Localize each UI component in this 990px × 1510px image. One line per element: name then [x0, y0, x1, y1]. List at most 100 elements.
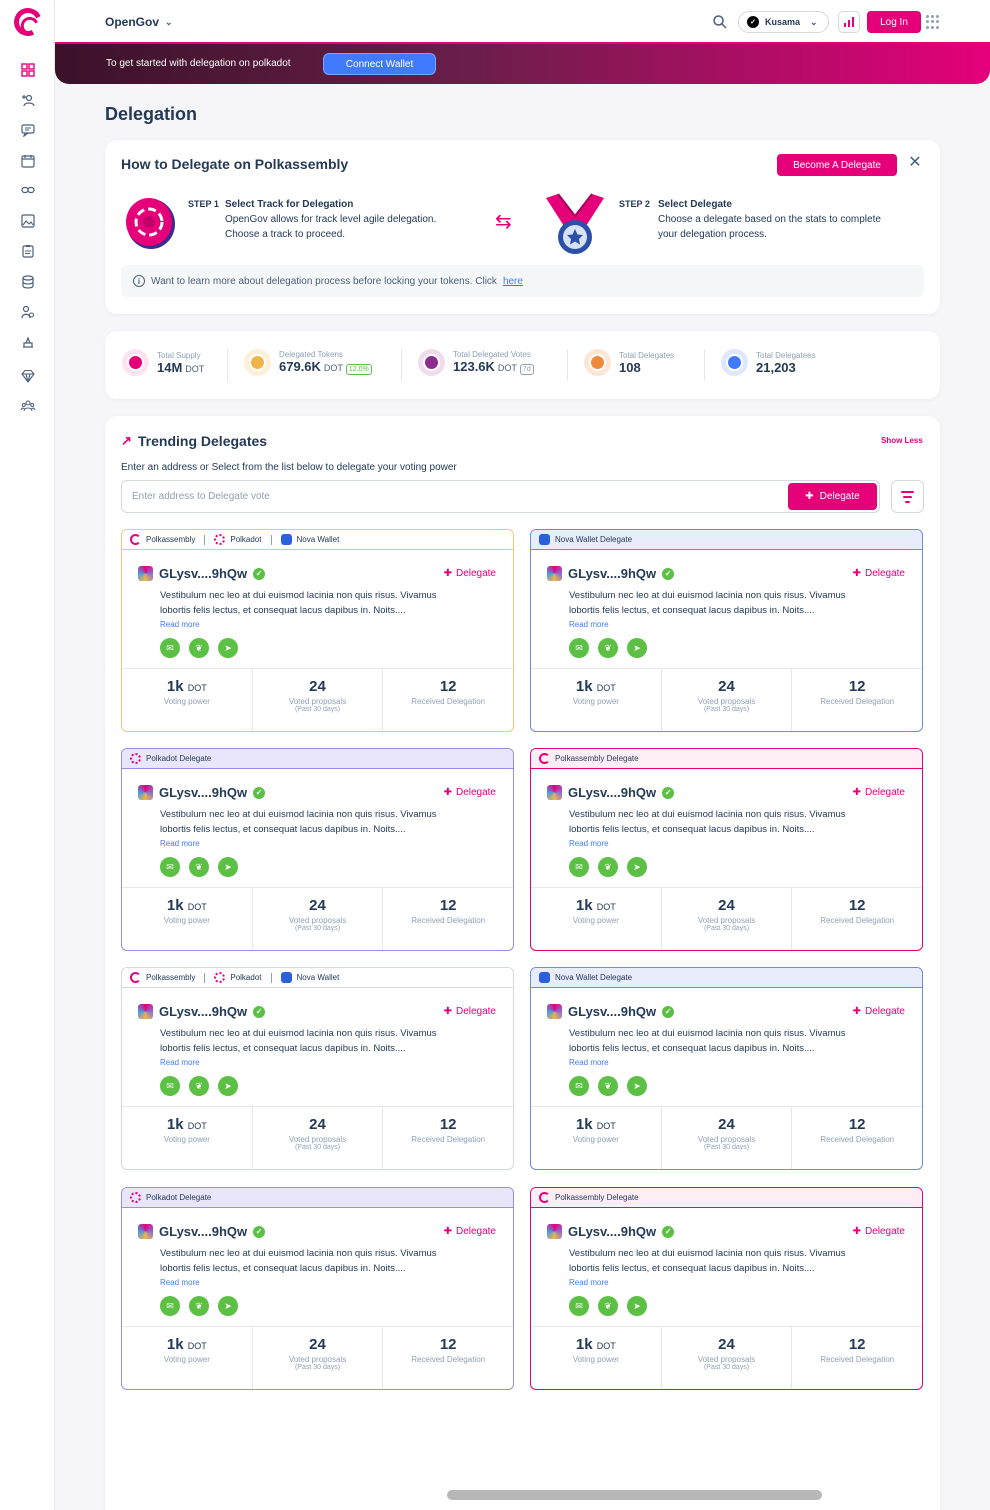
email-icon[interactable]: ✉ [160, 638, 180, 658]
close-icon[interactable]: ✕ [908, 155, 922, 171]
delegate-name[interactable]: GLysv....9hQw ✓ [547, 1004, 675, 1019]
voting-power-label: Voting power [572, 1135, 619, 1144]
delegate-address-input[interactable]: Enter address to Delegate vote [121, 480, 880, 513]
twitter-icon[interactable]: ❦ [189, 1076, 209, 1096]
card-delegate-button[interactable]: ✚ Delegate [444, 787, 496, 798]
discussions-icon[interactable] [19, 121, 37, 139]
received-delegation: 12 Received Delegation [792, 1327, 922, 1389]
add-user-icon: ✚ [443, 787, 452, 798]
delegate-card[interactable]: Polkadot Delegate GLysv....9hQw ✓ ✚ Delegate… [121, 1187, 514, 1390]
delegate-name[interactable]: GLysv....9hQw ✓ [547, 785, 675, 800]
card-delegate-button[interactable]: ✚ Delegate [444, 1006, 496, 1017]
source-label: Nova Wallet [296, 973, 340, 982]
delegate-name[interactable]: GLysv....9hQw ✓ [138, 785, 266, 800]
delegate-card[interactable]: Polkassembly Polkadot Nova Wallet GLysv....… [121, 529, 514, 732]
link-icon[interactable] [19, 181, 37, 199]
read-more-link[interactable]: Read more [160, 1278, 200, 1287]
telegram-icon[interactable]: ➤ [218, 857, 238, 877]
twitter-icon[interactable]: ❦ [189, 1296, 209, 1316]
search-icon[interactable] [712, 14, 728, 30]
card-delegate-button[interactable]: ✚ Delegate [853, 568, 905, 579]
connect-wallet-button[interactable]: Connect Wallet [323, 53, 436, 75]
twitter-icon[interactable]: ❦ [598, 1296, 618, 1316]
telegram-icon[interactable]: ➤ [627, 1296, 647, 1316]
twitter-icon[interactable]: ❦ [189, 857, 209, 877]
read-more-link[interactable]: Read more [160, 620, 200, 629]
read-more-link[interactable]: Read more [569, 620, 609, 629]
section-selector[interactable]: OpenGov ⌄ [105, 15, 173, 29]
card-delegate-button[interactable]: ✚ Delegate [444, 1226, 496, 1237]
voting-power-label: Voting power [572, 1355, 619, 1364]
delegate-source-header: Polkadot Delegate [122, 1188, 513, 1208]
telegram-icon[interactable]: ➤ [627, 1076, 647, 1096]
delegate-name[interactable]: GLysv....9hQw ✓ [138, 1224, 266, 1239]
learn-more-bar: i Want to learn more about delegation pr… [121, 265, 924, 297]
learn-more-link[interactable]: here [503, 276, 523, 287]
delegate-button[interactable]: ✚ Delegate [788, 483, 877, 510]
read-more-link[interactable]: Read more [569, 839, 609, 848]
email-icon[interactable]: ✉ [160, 1296, 180, 1316]
delegate-card[interactable]: Polkassembly Polkadot Nova Wallet GLysv....… [121, 967, 514, 1170]
people-icon[interactable] [19, 397, 37, 415]
voted-label: Voted proposals [697, 916, 756, 925]
polkassembly-logo[interactable] [10, 4, 46, 40]
telegram-icon[interactable]: ➤ [218, 638, 238, 658]
email-icon[interactable]: ✉ [569, 638, 589, 658]
delegate-name[interactable]: GLysv....9hQw ✓ [547, 1224, 675, 1239]
treasury-icon[interactable] [19, 333, 37, 351]
email-icon[interactable]: ✉ [160, 1076, 180, 1096]
overview-icon[interactable] [19, 61, 37, 79]
voted-proposals: 24 Voted proposals (Past 30 days) [253, 888, 384, 950]
email-icon[interactable]: ✉ [160, 857, 180, 877]
gem-icon[interactable] [19, 367, 37, 385]
database-icon[interactable] [19, 273, 37, 291]
telegram-icon[interactable]: ➤ [627, 638, 647, 658]
twitter-icon[interactable]: ❦ [189, 638, 209, 658]
telegram-icon[interactable]: ➤ [218, 1296, 238, 1316]
voted-label: Voted proposals [697, 1355, 756, 1364]
delegate-name[interactable]: GLysv....9hQw ✓ [138, 566, 266, 581]
card-delegate-button[interactable]: ✚ Delegate [853, 1006, 905, 1017]
delegate-card[interactable]: Polkassembly Delegate GLysv....9hQw ✓ ✚ Dele… [530, 748, 923, 951]
telegram-icon[interactable]: ➤ [627, 857, 647, 877]
period-badge: 7d [519, 364, 534, 375]
read-more-link[interactable]: Read more [569, 1058, 609, 1067]
sort-filter-button[interactable] [891, 480, 924, 513]
card-delegate-button[interactable]: ✚ Delegate [853, 1226, 905, 1237]
become-delegate-button[interactable]: Become A Delegate [777, 154, 897, 176]
telegram-icon[interactable]: ➤ [218, 1076, 238, 1096]
delegate-card[interactable]: Nova Wallet Delegate GLysv....9hQw ✓ ✚ Deleg… [530, 529, 923, 732]
howto-title: How to Delegate on Polkassembly [121, 156, 349, 172]
read-more-link[interactable]: Read more [569, 1278, 609, 1287]
trending-up-icon: ↗ [121, 433, 132, 448]
calendar-icon[interactable] [19, 152, 37, 170]
twitter-icon[interactable]: ❦ [598, 638, 618, 658]
card-delegate-button[interactable]: ✚ Delegate [853, 787, 905, 798]
delegate-card[interactable]: Polkadot Delegate GLysv....9hQw ✓ ✚ Delegate… [121, 748, 514, 951]
delegate-card[interactable]: Nova Wallet Delegate GLysv....9hQw ✓ ✚ Deleg… [530, 967, 923, 1170]
gallery-icon[interactable] [19, 212, 37, 230]
login-button[interactable]: Log In [867, 11, 921, 33]
twitter-icon[interactable]: ❦ [598, 1076, 618, 1096]
delegation-icon[interactable] [19, 91, 37, 109]
email-icon[interactable]: ✉ [569, 1076, 589, 1096]
horizontal-scrollbar[interactable] [447, 1490, 822, 1500]
stat-value: 21,203 [756, 359, 796, 375]
read-more-link[interactable]: Read more [160, 1058, 200, 1067]
network-selector[interactable]: ✓ Kusama ⌄ [738, 11, 829, 33]
read-more-link[interactable]: Read more [160, 839, 200, 848]
delegate-name[interactable]: GLysv....9hQw ✓ [138, 1004, 266, 1019]
show-less-link[interactable]: Show Less [881, 436, 923, 445]
voting-power: 1k DOT Voting power [122, 1327, 253, 1389]
users-icon[interactable] [19, 303, 37, 321]
analytics-button[interactable] [838, 11, 860, 33]
apps-grid-icon[interactable] [926, 15, 940, 29]
email-icon[interactable]: ✉ [569, 857, 589, 877]
card-delegate-button[interactable]: ✚ Delegate [444, 568, 496, 579]
social-links: ✉ ❦ ➤ [160, 857, 238, 877]
clipboard-icon[interactable] [19, 242, 37, 260]
delegate-card[interactable]: Polkassembly Delegate GLysv....9hQw ✓ ✚ Dele… [530, 1187, 923, 1390]
twitter-icon[interactable]: ❦ [598, 857, 618, 877]
email-icon[interactable]: ✉ [569, 1296, 589, 1316]
delegate-name[interactable]: GLysv....9hQw ✓ [547, 566, 675, 581]
